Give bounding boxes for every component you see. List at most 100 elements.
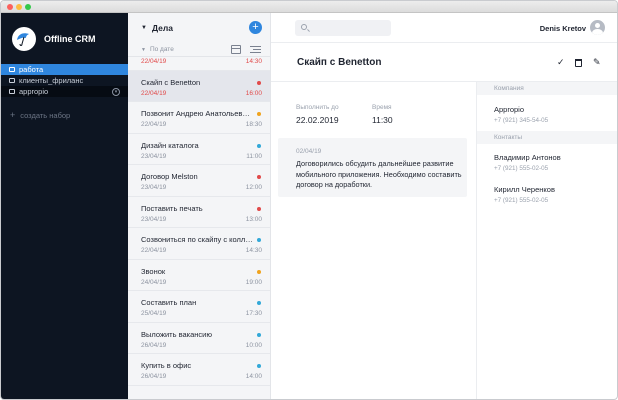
sidebar-item-rabota[interactable]: работа [1, 64, 128, 75]
task-title: Созвониться по скайпу с коллегами [141, 235, 253, 244]
task-title: Поставить печать [141, 203, 203, 213]
task-date: 22/04/19 [141, 247, 167, 254]
window-close-button[interactable] [7, 4, 13, 10]
contact-name[interactable]: Владимир Антонов [494, 153, 561, 162]
umbrella-logo-icon [12, 27, 36, 51]
task-date: 25/04/19 [141, 310, 167, 317]
task-title: Договор Melston [141, 172, 198, 181]
task-time: 18:30 [245, 121, 262, 128]
task-row[interactable]: Поставить печать 23/04/19 13:00 [128, 197, 270, 228]
priority-dot-icon [257, 364, 261, 368]
task-row[interactable]: Купить в офис 26/04/19 14:00 [128, 354, 270, 386]
chevron-down-icon[interactable]: ▾ [112, 87, 120, 96]
sidebar: Offline CRM работа клиенты_фриланс appro… [1, 13, 128, 399]
task-time: 17:30 [245, 310, 262, 317]
time-label: Время [372, 104, 392, 111]
folder-icon [9, 67, 15, 72]
priority-dot-icon [257, 175, 261, 179]
task-title: Дизайн каталога [141, 140, 199, 150]
top-bar: Denis Kretov [271, 13, 617, 43]
search-icon [301, 24, 307, 30]
priority-dot-icon [257, 332, 261, 337]
task-list-header: ▼ Дела + [128, 13, 270, 43]
triangle-down-icon: ▼ [141, 46, 146, 53]
sidebar-item-label: appropio [19, 87, 49, 96]
task-list-panel: Поставить печать 22/04/19 14:30 Скайп с Ben… [128, 13, 271, 399]
task-time: 10:00 [245, 341, 262, 349]
task-row[interactable]: Дизайн каталога 23/04/19 11:00 [128, 134, 270, 165]
task-date: 23/04/19 [141, 152, 167, 160]
task-title: Составить план [141, 298, 197, 307]
calendar-icon[interactable] [231, 45, 241, 54]
note-date: 02/04/19 [296, 148, 322, 155]
avatar[interactable] [590, 20, 605, 35]
note-card[interactable]: 02/04/19 Договорились обсудить дальнейше… [278, 138, 467, 197]
sort-dropdown[interactable]: ▼ По дате [141, 46, 174, 53]
triangle-down-icon: ▼ [141, 25, 147, 31]
detail-body: Выполнить до 22.02.2019 Время 11:30 02/0… [271, 82, 476, 399]
pencil-icon[interactable]: ✎ [593, 57, 601, 68]
info-panel: Компания Appropio +7 (921) 345-54-05 Кон… [476, 82, 617, 399]
task-list-title[interactable]: ▼ Дела [141, 23, 173, 33]
search-input[interactable] [295, 20, 391, 36]
company-section-label: Компания [494, 85, 524, 92]
sidebar-item-clients[interactable]: клиенты_фриланс [1, 75, 128, 86]
task-row[interactable]: Выложить вакансию 26/04/19 10:00 [128, 323, 270, 354]
filter-icon[interactable] [250, 46, 261, 54]
window-minimize-button[interactable] [16, 4, 22, 10]
plus-icon: + [10, 110, 16, 120]
sort-row: ▼ По дате [128, 43, 270, 57]
trash-icon[interactable] [575, 59, 582, 67]
task-row[interactable]: Позвонит Андрею Анатольевичу 22/04/19 18:3… [128, 102, 270, 134]
task-row[interactable]: Созвониться по скайпу с коллегами 22/04/1… [128, 228, 270, 260]
task-row[interactable]: Звонок 24/04/19 19:00 [128, 260, 270, 291]
task-list-title-text: Дела [151, 23, 173, 33]
task-date: 26/04/19 [141, 341, 167, 349]
priority-dot-icon [257, 301, 261, 305]
task-list: Поставить печать 22/04/19 14:30 Скайп с Ben… [128, 39, 270, 386]
task-time: 16:00 [245, 89, 262, 97]
window-maximize-button[interactable] [25, 4, 31, 10]
task-row[interactable]: Скайп с Benetton 22/04/19 16:00 [128, 70, 270, 102]
company-phone: +7 (921) 345-54-05 [494, 117, 549, 124]
complete-check-icon[interactable]: ✓ [557, 57, 565, 68]
title-bar [1, 1, 617, 13]
priority-dot-icon [257, 143, 261, 148]
due-value[interactable]: 22.02.2019 [296, 115, 339, 125]
sidebar-item-label: клиенты_фриланс [19, 76, 84, 85]
task-time: 12:00 [245, 184, 262, 191]
task-time: 13:00 [245, 215, 262, 223]
note-text: Договорились обсудить дальнейшее развити… [296, 159, 462, 189]
task-time: 19:00 [245, 278, 262, 286]
app-name: Offline CRM [44, 34, 96, 44]
task-time: 14:00 [245, 373, 262, 380]
task-date: 24/04/19 [141, 278, 167, 286]
priority-dot-icon [257, 238, 261, 242]
contacts-section-label: Контакты [494, 134, 523, 141]
task-title: Скайп с Benetton [141, 77, 201, 87]
task-time: 14:30 [245, 247, 262, 254]
task-title: Позвонит Андрею Анатольевичу [141, 109, 253, 118]
task-date: 22/04/19 [141, 89, 167, 97]
contacts-section-header: Контакты [477, 131, 617, 144]
detail-header: Скайп с Benetton ✓ ✎ [271, 43, 617, 82]
task-time: 14:30 [245, 58, 262, 65]
sidebar-item-appropio[interactable]: appropio ▾ [1, 86, 128, 97]
task-row[interactable]: Составить план 25/04/19 17:30 [128, 291, 270, 323]
app-window: Offline CRM работа клиенты_фриланс appro… [0, 0, 618, 400]
company-section-header: Компания [477, 82, 617, 95]
contact-phone: +7 (921) 555-02-05 [494, 197, 549, 204]
create-set-button[interactable]: + создать набор [10, 110, 70, 120]
contact-name[interactable]: Кирилл Черенков [494, 185, 555, 194]
user-name[interactable]: Denis Kretov [540, 24, 586, 33]
priority-dot-icon [257, 206, 261, 211]
folder-icon [9, 89, 15, 94]
due-label: Выполнить до [296, 104, 339, 111]
task-time: 11:00 [246, 152, 262, 160]
company-name[interactable]: Appropio [494, 105, 524, 114]
time-value[interactable]: 11:30 [372, 115, 393, 125]
task-title: Выложить вакансию [141, 329, 212, 339]
add-task-button[interactable]: + [249, 21, 262, 34]
task-date: 22/04/19 [141, 121, 167, 128]
task-row[interactable]: Договор Melston 23/04/19 12:00 [128, 165, 270, 197]
